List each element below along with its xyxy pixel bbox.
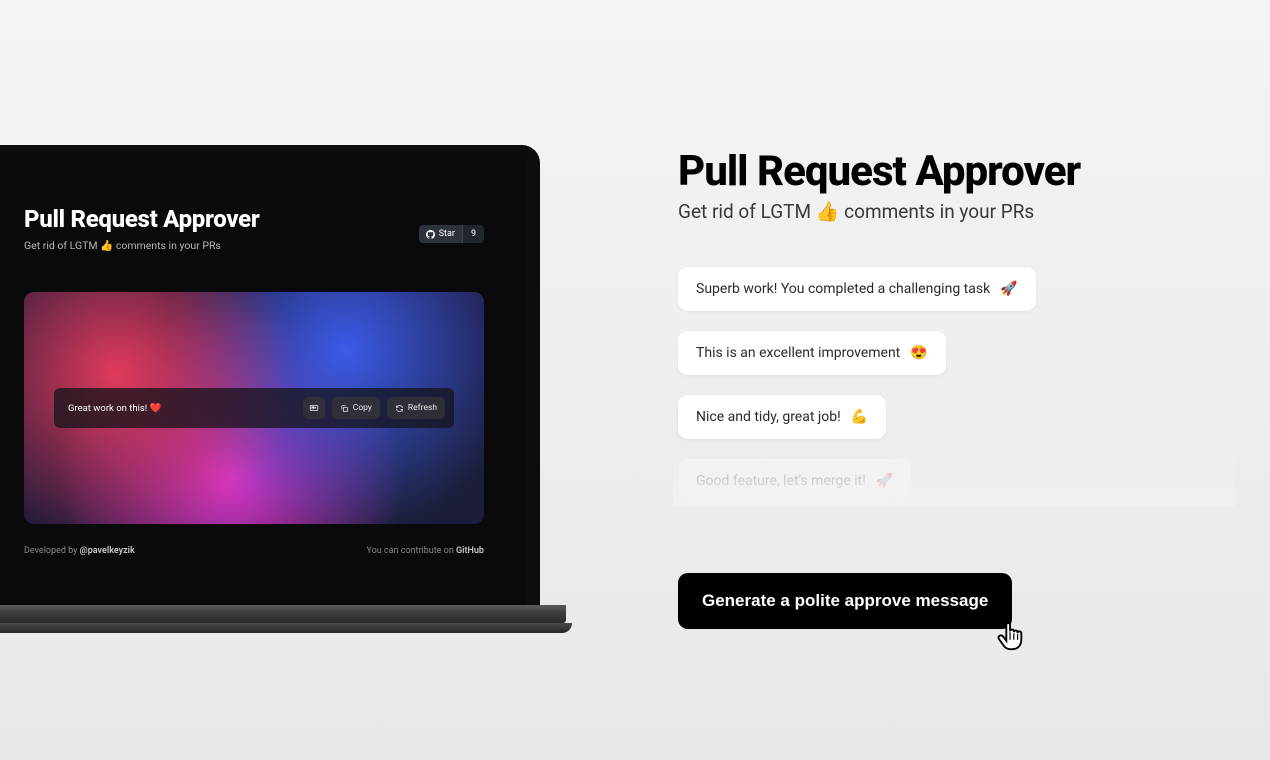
laptop-screen: Pull Request Approver Get rid of LGTM 👍 … [0, 145, 540, 605]
page-title: Pull Request Approver [678, 147, 1230, 196]
rocket-icon: 🚀 [1000, 281, 1017, 297]
example-text: This is an excellent improvement [696, 345, 900, 361]
heart-eyes-icon: 😍 [910, 345, 927, 361]
refresh-button[interactable]: Refresh [387, 397, 445, 419]
refresh-icon [395, 404, 404, 413]
gradient-card: Great work on this! ❤️ Copy Refresh [24, 292, 484, 524]
cta-wrap: Generate a polite approve message [678, 573, 1012, 629]
markdown-icon [309, 403, 319, 413]
laptop-mockup: Pull Request Approver Get rid of LGTM 👍 … [0, 145, 540, 635]
star-label: Star [439, 229, 455, 239]
markdown-button[interactable] [303, 397, 325, 419]
app-subtitle: Get rid of LGTM 👍 comments in your PRs [24, 239, 484, 252]
page-subtitle: Get rid of LGTM 👍 comments in your PRs [678, 200, 1230, 223]
developed-by: Developed by @pavelkeyzik [24, 546, 135, 556]
copy-icon [340, 404, 349, 413]
thumbs-up-icon: 👍 [816, 200, 840, 223]
star-button-left: Star [419, 225, 462, 243]
credits: Developed by @pavelkeyzik You can contri… [24, 546, 484, 556]
refresh-label: Refresh [408, 403, 437, 413]
app-title: Pull Request Approver [24, 205, 484, 233]
contribute: You can contribute on GitHub [366, 546, 484, 556]
copy-button[interactable]: Copy [332, 397, 380, 419]
marketing-section: Pull Request Approver Get rid of LGTM 👍 … [678, 147, 1230, 629]
star-count: 9 [462, 225, 484, 243]
github-link[interactable]: GitHub [456, 546, 484, 556]
example-text: Superb work! You completed a challenging… [696, 281, 990, 297]
example-message: Superb work! You completed a challenging… [678, 267, 1036, 311]
example-message: Good feature, let's merge it! 🚀 [678, 459, 911, 503]
generate-button[interactable]: Generate a polite approve message [678, 573, 1012, 629]
cursor-hand-icon [996, 619, 1026, 653]
message-bar: Great work on this! ❤️ Copy Refresh [54, 388, 454, 428]
example-message: Nice and tidy, great job! 💪 [678, 395, 886, 439]
example-messages: Superb work! You completed a challenging… [678, 267, 1230, 503]
rocket-icon: 🚀 [876, 473, 893, 489]
author-link[interactable]: @pavelkeyzik [80, 546, 135, 556]
example-text: Good feature, let's merge it! [696, 473, 866, 489]
app-screenshot: Pull Request Approver Get rid of LGTM 👍 … [0, 157, 526, 605]
github-icon [426, 230, 435, 239]
generated-message: Great work on this! ❤️ [68, 403, 296, 414]
example-message: This is an excellent improvement 😍 [678, 331, 946, 375]
example-text: Nice and tidy, great job! [696, 409, 841, 425]
github-star-button[interactable]: Star 9 [419, 225, 484, 243]
copy-label: Copy [353, 403, 372, 413]
laptop-base [0, 605, 540, 635]
flex-icon: 💪 [851, 409, 868, 425]
